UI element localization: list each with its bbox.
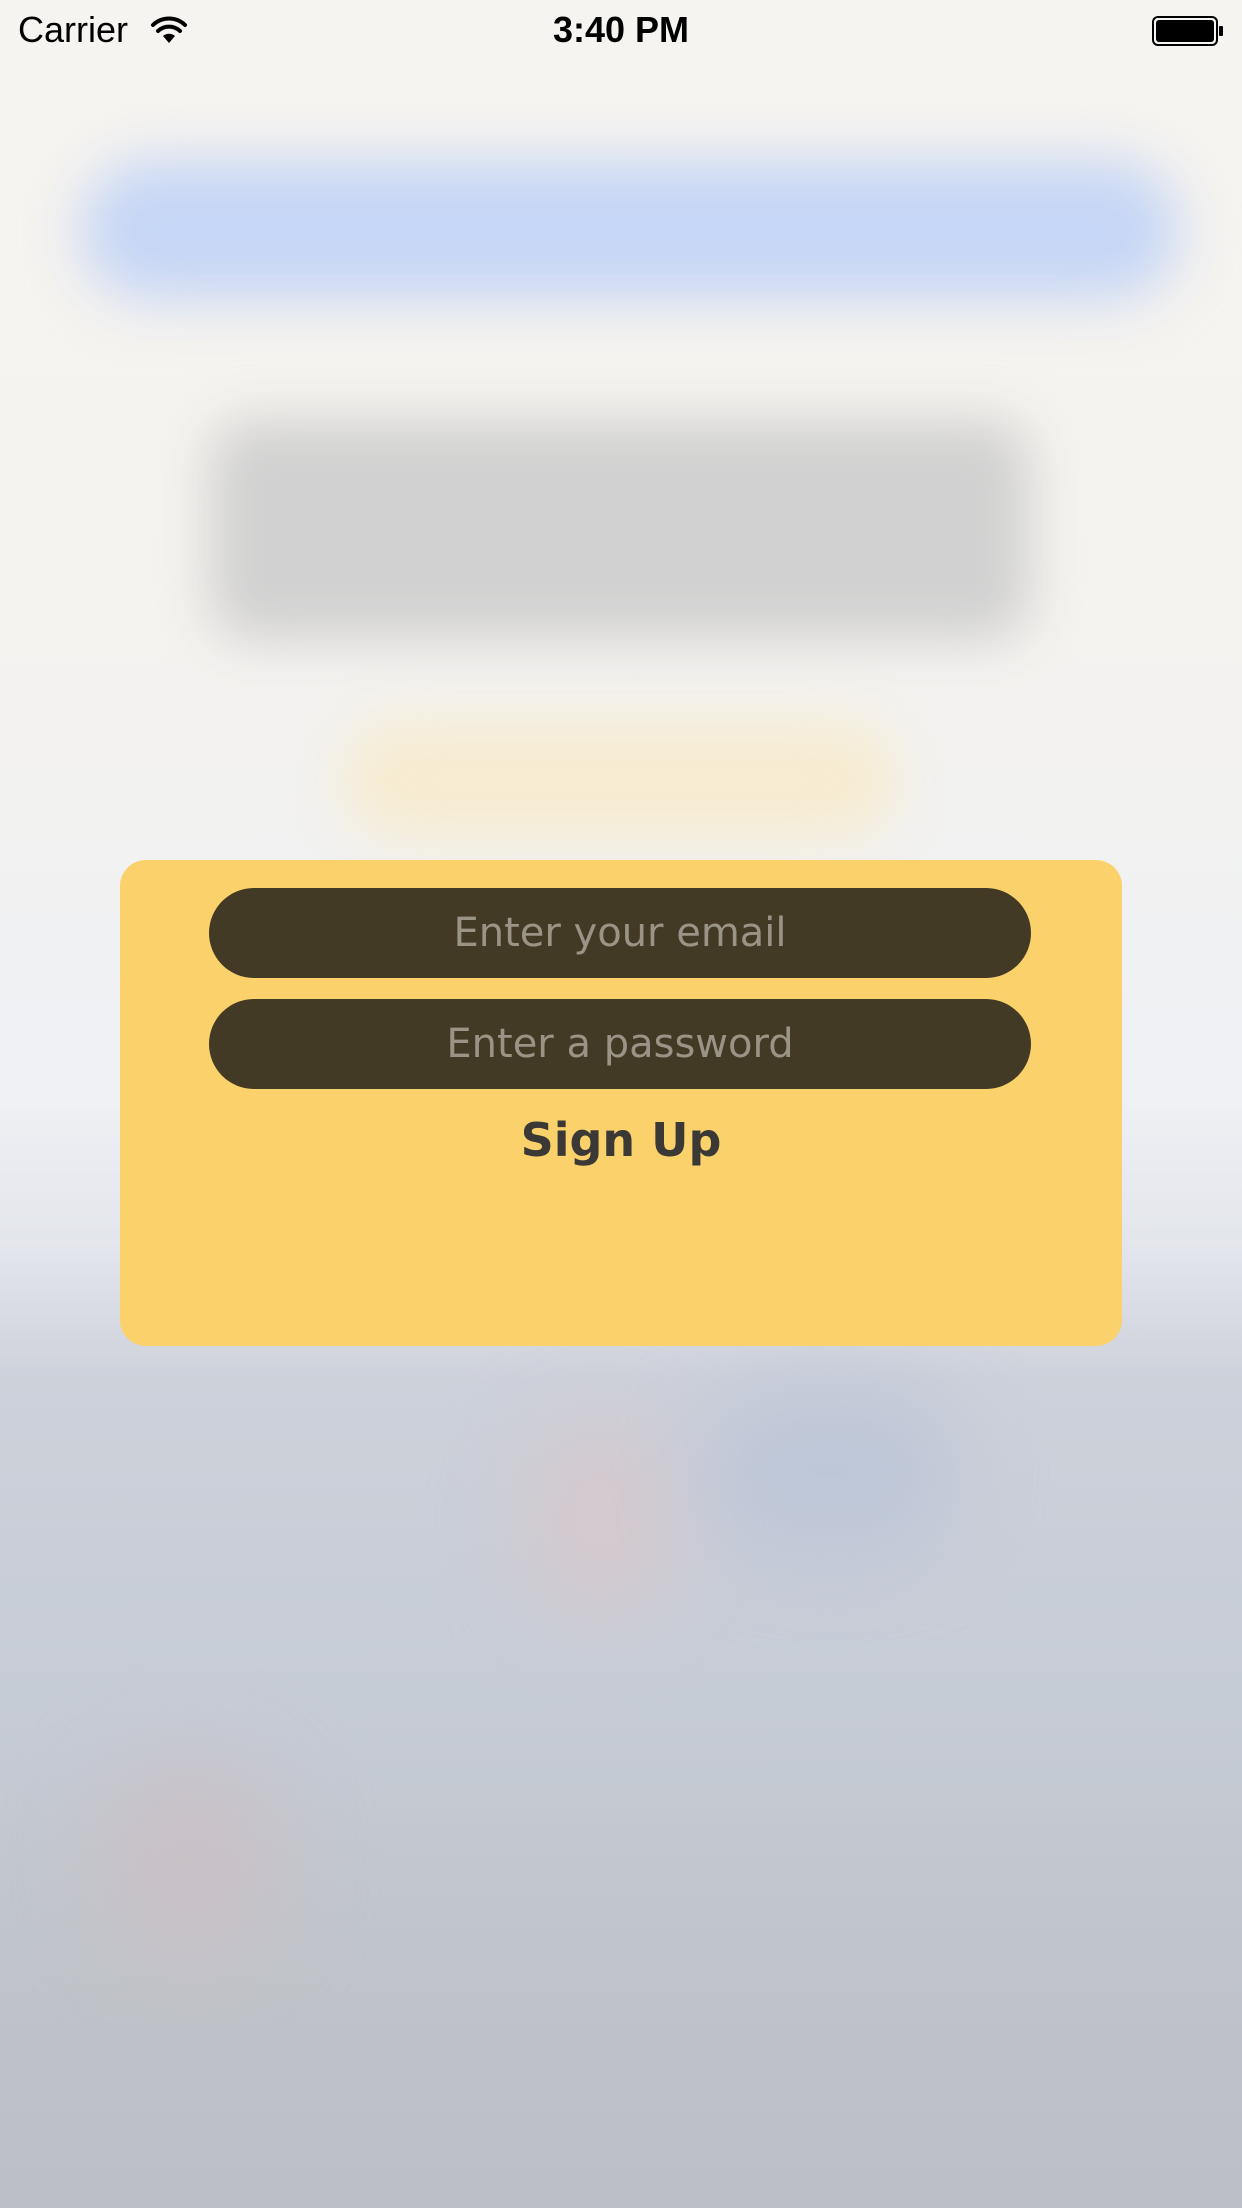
background-blur-spot	[520, 1420, 680, 1620]
password-field[interactable]	[209, 999, 1031, 1089]
status-time: 3:40 PM	[552, 9, 690, 50]
battery-icon	[1152, 16, 1223, 46]
background-blur-block	[210, 420, 1030, 640]
signup-card: Sign Up	[120, 860, 1122, 1346]
sign-up-button[interactable]: Sign Up	[471, 1108, 771, 1172]
background-blur-spot	[100, 1760, 280, 1960]
background-blur-spot	[700, 1380, 960, 1560]
background-blur-pill	[340, 720, 900, 840]
email-field[interactable]	[209, 888, 1031, 978]
status-bar: Carrier 3:40 PM	[0, 0, 1242, 60]
background-blur-banner	[80, 160, 1180, 300]
